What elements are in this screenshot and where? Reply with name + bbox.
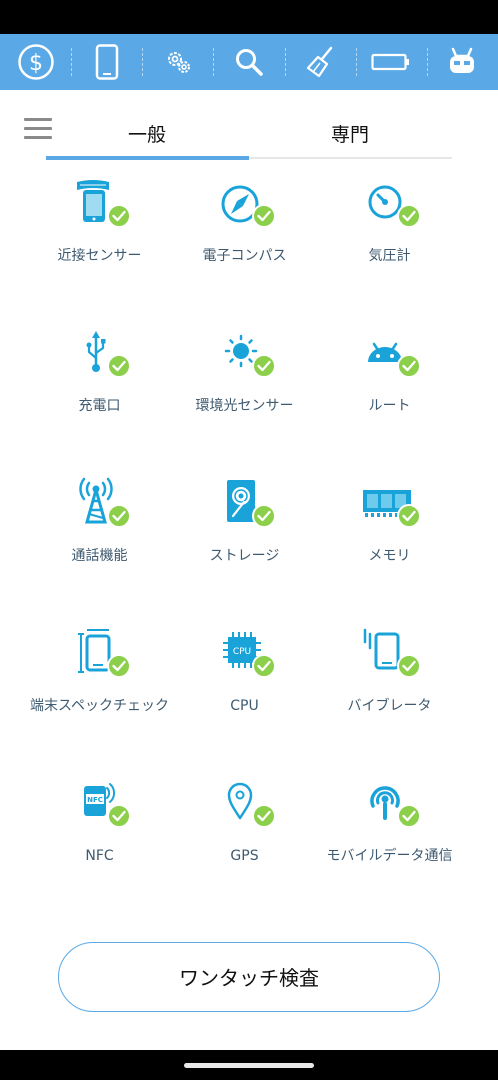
toolbar-search[interactable] bbox=[213, 34, 284, 90]
hamburger-icon-line bbox=[24, 127, 52, 130]
svg-text:$: $ bbox=[29, 51, 43, 76]
item-label: ルート bbox=[368, 398, 411, 414]
check-icon bbox=[397, 804, 421, 828]
battery-icon bbox=[371, 53, 410, 71]
one-touch-check-button[interactable]: ワンタッチ検査 bbox=[58, 942, 440, 1012]
toolbar-dollar[interactable]: $ bbox=[0, 34, 71, 90]
tab-active-indicator bbox=[46, 156, 249, 160]
item-label: GPS bbox=[230, 848, 259, 864]
toolbar-cleaner[interactable] bbox=[284, 34, 356, 90]
item-label: メモリ bbox=[368, 548, 411, 564]
item-label: 電子コンパス bbox=[202, 248, 287, 264]
check-icon bbox=[107, 354, 131, 378]
check-icon bbox=[107, 204, 131, 228]
tab-professional[interactable]: 専門 bbox=[275, 120, 425, 147]
check-icon bbox=[252, 804, 276, 828]
item-call-function[interactable]: 通話機能 bbox=[27, 470, 172, 620]
item-barometer[interactable]: 気圧計 bbox=[317, 170, 462, 320]
toolbar-phone[interactable] bbox=[71, 34, 142, 90]
broom-icon bbox=[307, 46, 333, 78]
item-label: 環境光センサー bbox=[195, 398, 294, 414]
item-light-sensor[interactable]: 環境光センサー bbox=[172, 320, 317, 470]
toolbar-settings[interactable] bbox=[142, 34, 213, 90]
status-bar bbox=[0, 0, 498, 34]
item-label: 通話機能 bbox=[71, 548, 128, 564]
item-label: 近接センサー bbox=[57, 248, 142, 264]
item-nfc[interactable]: NFC NFC bbox=[27, 770, 172, 920]
item-root[interactable]: ルート bbox=[317, 320, 462, 470]
search-icon bbox=[235, 49, 263, 76]
menu-button[interactable] bbox=[24, 118, 52, 140]
hamburger-icon bbox=[24, 118, 52, 121]
check-icon bbox=[397, 504, 421, 528]
gear-icon bbox=[167, 52, 190, 73]
check-icon bbox=[252, 654, 276, 678]
item-storage[interactable]: ストレージ bbox=[172, 470, 317, 620]
check-icon bbox=[252, 504, 276, 528]
item-label: 気圧計 bbox=[368, 248, 411, 264]
toolbar-battery[interactable] bbox=[355, 34, 427, 90]
check-icon bbox=[107, 504, 131, 528]
check-icon bbox=[397, 654, 421, 678]
item-compass[interactable]: 電子コンパス bbox=[172, 170, 317, 320]
check-icon bbox=[397, 204, 421, 228]
home-indicator[interactable] bbox=[184, 1063, 314, 1068]
item-label: モバイルデータ通信 bbox=[326, 848, 453, 864]
item-charging-port[interactable]: 充電口 bbox=[27, 320, 172, 470]
check-icon bbox=[252, 354, 276, 378]
item-label: バイブレータ bbox=[347, 698, 432, 714]
top-toolbar: $ bbox=[0, 34, 498, 90]
item-gps[interactable]: GPS bbox=[172, 770, 317, 920]
phone-icon bbox=[95, 44, 118, 80]
dollar-icon: $ bbox=[17, 44, 54, 80]
item-device-spec-check[interactable]: 端末スペックチェック bbox=[27, 620, 172, 770]
check-icon bbox=[107, 804, 131, 828]
toolbar-robot[interactable] bbox=[426, 34, 498, 90]
svg-text:NFC: NFC bbox=[87, 796, 103, 804]
robot-icon bbox=[450, 47, 475, 73]
item-mobile-data[interactable]: モバイルデータ通信 bbox=[317, 770, 462, 920]
check-icon bbox=[397, 354, 421, 378]
item-memory[interactable]: メモリ bbox=[317, 470, 462, 620]
item-proximity-sensor[interactable]: 近接センサー bbox=[27, 170, 172, 320]
tab-bar: 一般 専門 bbox=[0, 90, 498, 162]
item-cpu[interactable]: CPU CPU bbox=[172, 620, 317, 770]
item-vibrator[interactable]: バイブレータ bbox=[317, 620, 462, 770]
item-label: ストレージ bbox=[209, 548, 280, 564]
check-icon bbox=[107, 654, 131, 678]
tab-general[interactable]: 一般 bbox=[72, 120, 222, 147]
check-icon bbox=[252, 204, 276, 228]
svg-text:CPU: CPU bbox=[233, 647, 251, 657]
item-label: 端末スペックチェック bbox=[29, 698, 170, 714]
item-label: NFC bbox=[85, 848, 114, 864]
hamburger-icon-line bbox=[24, 136, 52, 139]
item-label: 充電口 bbox=[78, 398, 121, 414]
item-label: CPU bbox=[230, 698, 259, 714]
